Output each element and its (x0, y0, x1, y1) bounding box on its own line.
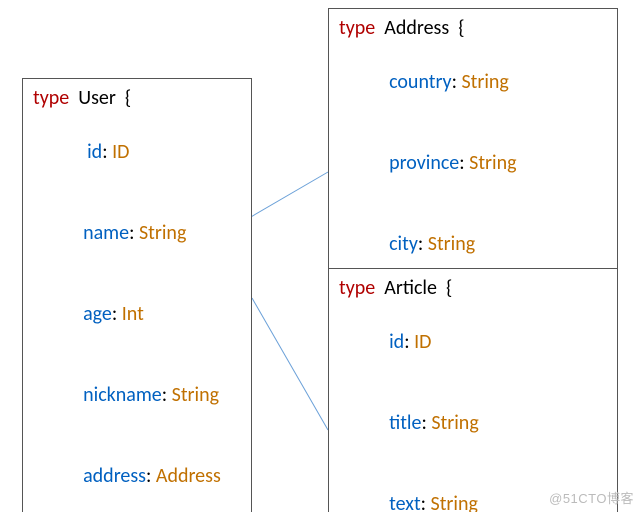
field-line: nickname: String (33, 355, 241, 436)
field-name: city (389, 232, 418, 256)
field-type: Int (122, 302, 144, 326)
type-box-article: type Article { id: ID title: String text… (328, 268, 618, 512)
field-name: province (389, 151, 459, 175)
field-name: nickname (83, 383, 162, 407)
field-type: String (431, 492, 478, 512)
field-line: id: ID (339, 302, 607, 383)
keyword-type: type (339, 276, 375, 300)
brace-open: { (458, 16, 464, 40)
watermark: @51CTO博客 (549, 490, 634, 508)
field-name: country (389, 70, 452, 94)
field-type: String (469, 151, 516, 175)
field-type: String (428, 232, 475, 256)
field-name: id (87, 140, 102, 164)
field-line: province: String (339, 123, 607, 204)
field-type: ID (112, 140, 129, 164)
field-name: title (389, 411, 421, 435)
field-name: name (83, 221, 129, 245)
field-type: Address (156, 464, 221, 488)
field-line: country: String (339, 42, 607, 123)
type-header-address: type Address { (339, 15, 607, 42)
field-line: name: String (33, 193, 241, 274)
brace-open: { (446, 276, 452, 300)
type-name-user: User (78, 86, 116, 110)
type-header-user: type User { (33, 85, 241, 112)
type-box-user: type User { id: ID name: String age: Int… (22, 78, 252, 512)
field-name: id (389, 330, 404, 354)
field-line: title: String (339, 383, 607, 464)
type-name-article: Article (384, 276, 437, 300)
type-name-address: Address (384, 16, 449, 40)
keyword-type: type (339, 16, 375, 40)
field-type: String (431, 411, 478, 435)
field-line-address: address: Address (33, 436, 241, 512)
field-line: age: Int (33, 274, 241, 355)
field-type: String (139, 221, 186, 245)
field-name: address (83, 464, 146, 488)
field-name: text (389, 492, 421, 512)
field-type: String (461, 70, 508, 94)
field-line: id: ID (33, 112, 241, 193)
field-type: String (172, 383, 219, 407)
field-name: age (83, 302, 112, 326)
type-header-article: type Article { (339, 275, 607, 302)
field-type: ID (414, 330, 431, 354)
keyword-type: type (33, 86, 69, 110)
brace-open: { (125, 86, 131, 110)
